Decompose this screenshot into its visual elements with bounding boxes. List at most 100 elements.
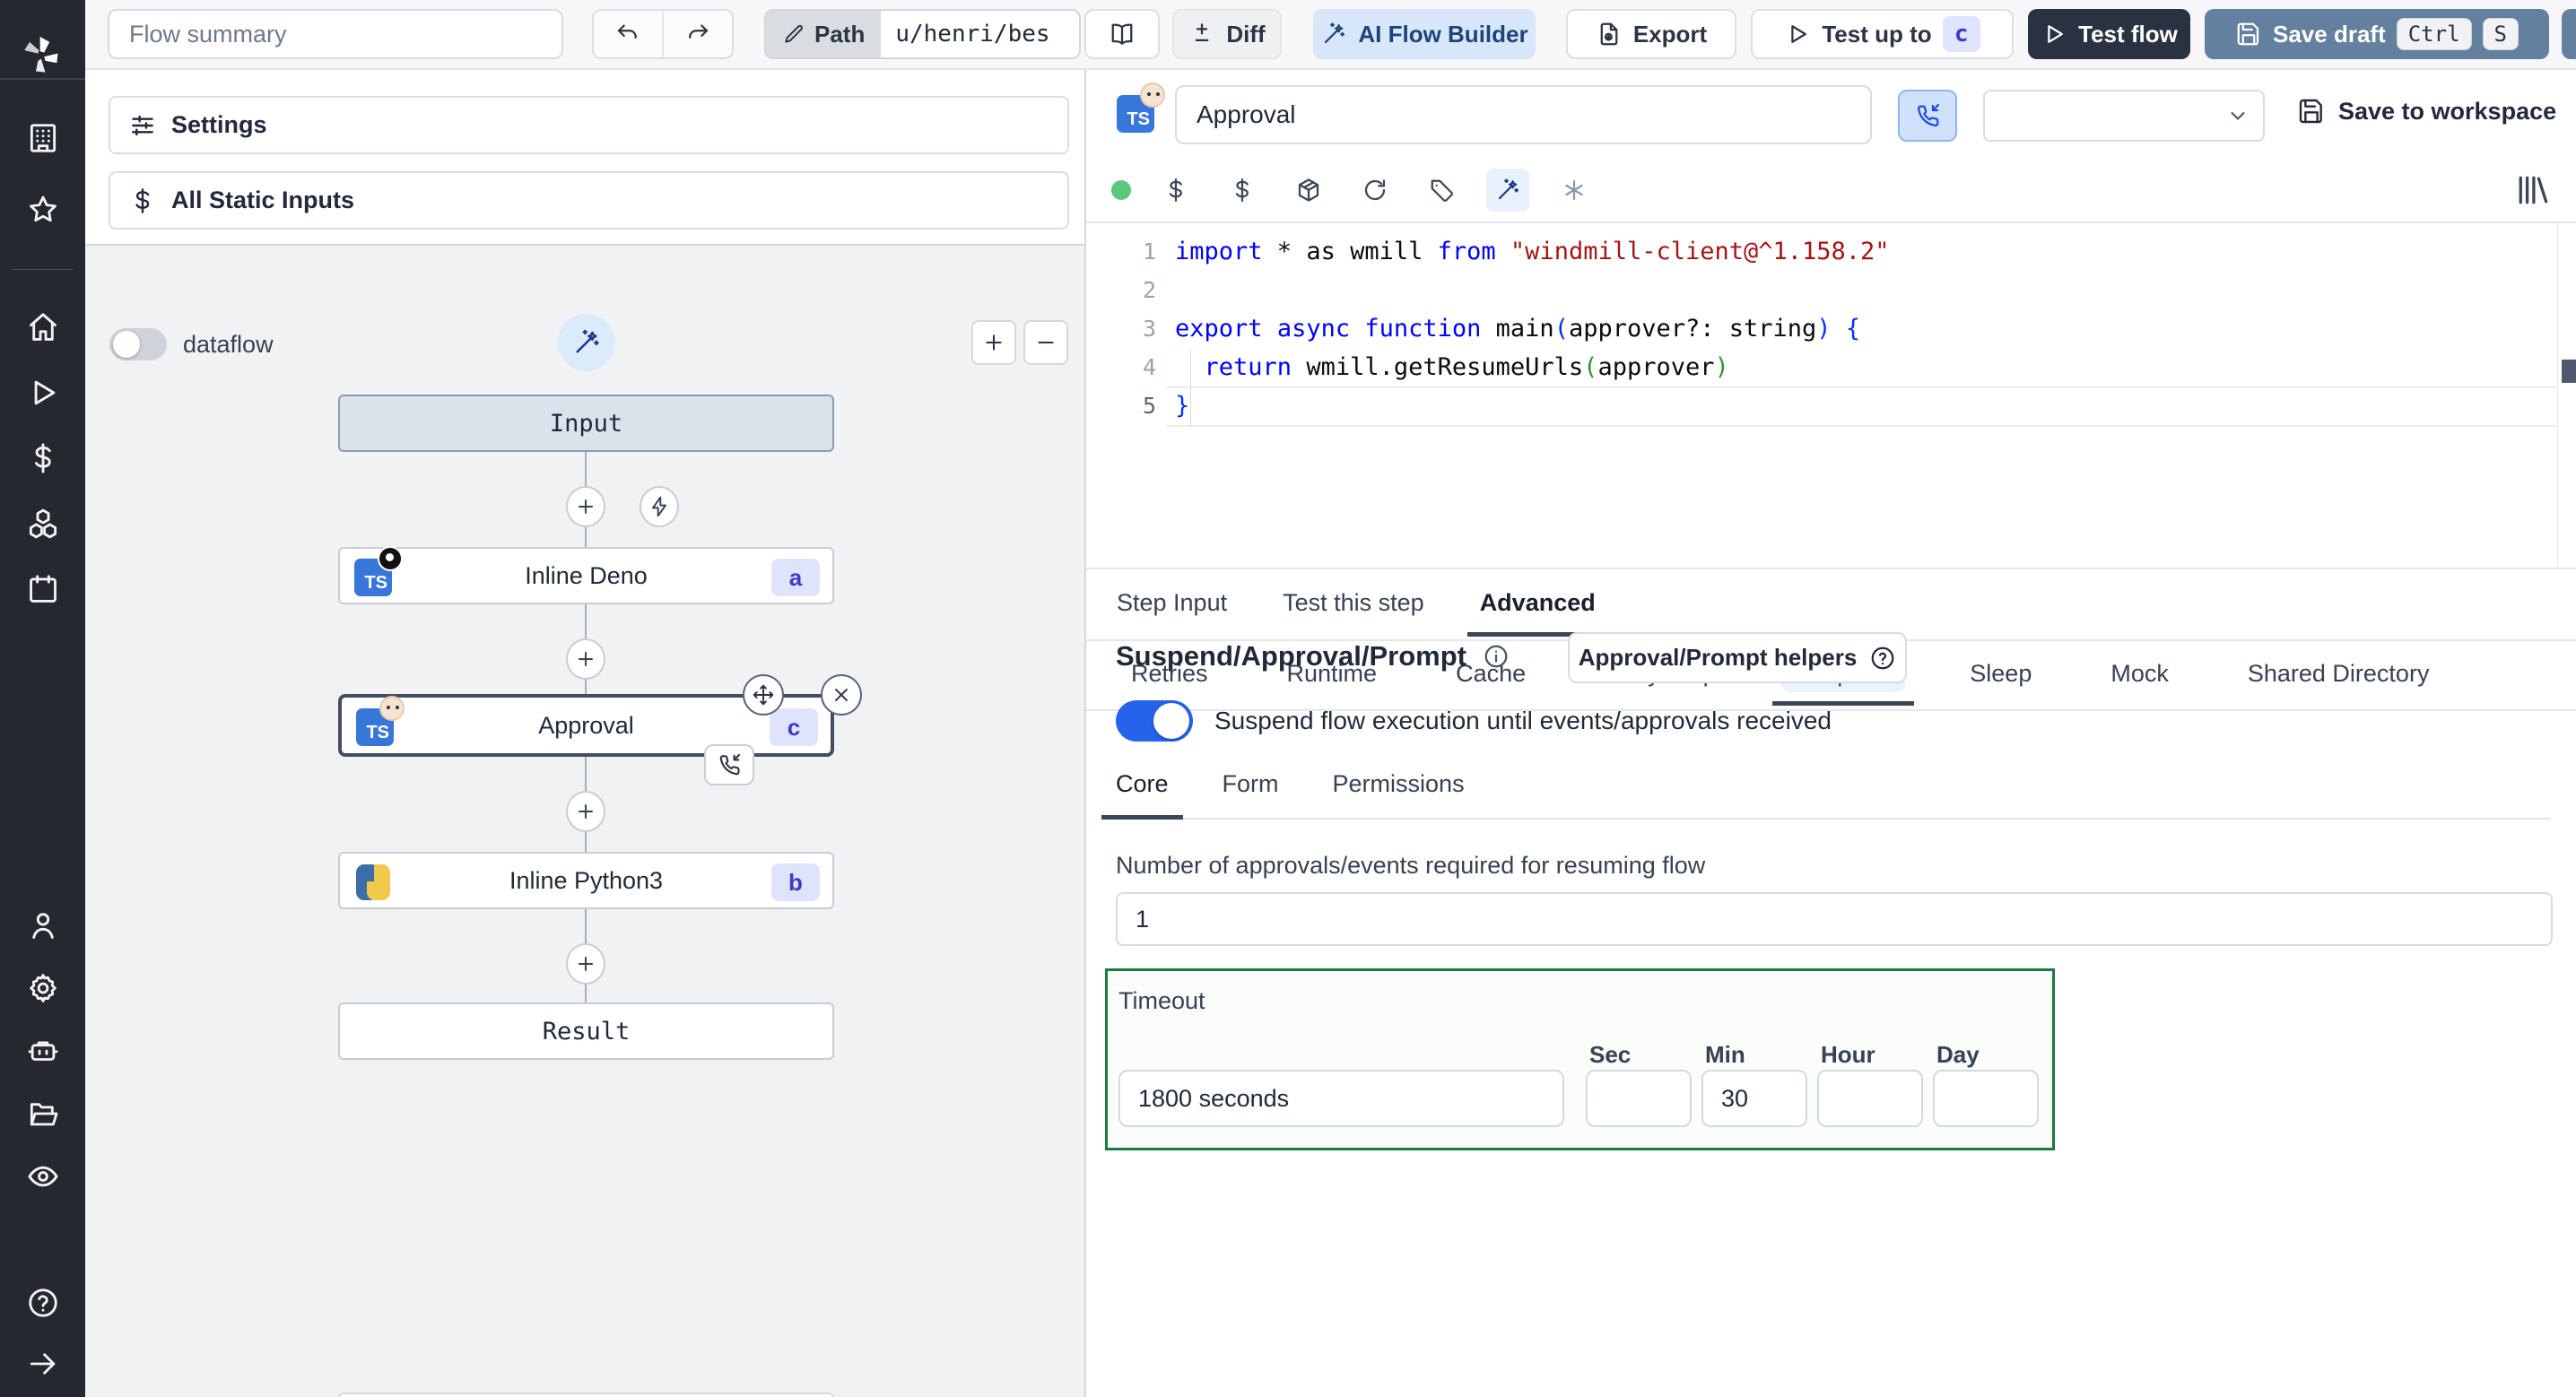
tag-select[interactable] [1983,90,2265,142]
audit-logs-icon[interactable] [0,1150,85,1203]
suspend-inner-tabs: Core Form Permissions [1101,765,2551,820]
suspend-toggle[interactable] [1116,700,1193,742]
day-input[interactable] [1933,1070,2039,1127]
undo-button[interactable] [594,11,662,57]
baby-face-icon [1140,82,1165,108]
subtab-mock[interactable]: Mock [2096,647,2183,706]
diff-button[interactable]: Diff [1172,9,1282,59]
add-step-button[interactable] [566,638,605,680]
editor-right-ruler [2557,223,2558,569]
add-step-button[interactable] [566,943,605,985]
export-icon [1600,22,1618,46]
tab-test-this-step[interactable]: Test this step [1283,573,1424,637]
test-flow-button[interactable]: Test flow [2028,9,2190,59]
sliders-icon [132,115,153,135]
favorites-icon[interactable] [0,183,85,237]
step-id-badge: a [771,559,820,596]
settings-icon[interactable] [0,961,85,1015]
expand-sidebar-icon[interactable] [0,1337,85,1391]
suspend-section-title: Suspend/Approval/Prompt [1116,640,1466,672]
tab-form[interactable]: Form [1223,765,1279,818]
windmill-logo-icon[interactable] [17,30,67,81]
min-input[interactable]: 30 [1701,1070,1807,1127]
workspace-icon[interactable] [0,111,85,165]
step-name-input[interactable]: Approval [1175,85,1872,144]
undo-redo-group [592,9,734,59]
subtab-shared-directory[interactable]: Shared Directory [2233,647,2444,706]
resources-icon[interactable] [0,497,85,551]
approval-prompt-helpers-button[interactable]: Approval/Prompt helpers [1568,632,1907,683]
code-content[interactable]: import * as wmill from "windmill-client@… [1175,232,2549,425]
input-node[interactable]: Input [338,395,834,452]
approval-phone-chip[interactable] [704,744,754,785]
typescript-icon: TS [1117,82,1165,133]
add-step-button[interactable] [566,486,605,527]
save-draft-button[interactable]: Save draft Ctrl S [2205,9,2549,59]
result-node[interactable]: Result [338,1002,834,1060]
baby-face-icon [379,696,405,721]
ai-assistant-button[interactable] [1486,169,1529,212]
reset-button[interactable] [1353,169,1397,212]
line-numbers: 12345 [1142,239,1156,419]
approvals-count-label: Number of approvals/events required for … [1116,852,1706,879]
editor-scrollbar[interactable] [2562,360,2576,383]
zoom-out-button[interactable] [1023,320,1068,365]
ai-graph-wand-button[interactable] [558,314,615,371]
ai-off-button[interactable] [1553,169,1596,212]
tab-step-input[interactable]: Step Input [1117,573,1227,637]
move-step-button[interactable] [743,674,784,716]
info-icon[interactable] [1483,643,1510,670]
users-icon[interactable] [0,898,85,952]
workers-icon[interactable] [0,1024,85,1078]
ai-flow-builder-button[interactable]: AI Flow Builder [1313,9,1536,59]
suspend-phone-button[interactable] [1898,90,1957,142]
tab-advanced[interactable]: Advanced [1466,573,1608,637]
step-node-deno[interactable]: TS Inline Deno a [338,546,834,604]
assets-button[interactable] [1154,169,1197,212]
flow-summary-input[interactable]: Flow summary [108,9,563,59]
step-tabs: Step Input Test this step Advanced [1086,569,2576,641]
code-editor[interactable]: 12345 import * as wmill from "windmill-c… [1086,221,2576,569]
zoom-in-button[interactable] [971,320,1016,365]
flow-graph: dataflow Input TS Inline Deno a TS Appro… [85,244,1084,1397]
flow-settings-card[interactable]: Settings [109,96,1069,154]
redo-button[interactable] [662,11,732,57]
add-step-button[interactable] [566,791,605,832]
docs-button[interactable] [1084,9,1160,59]
tab-permissions[interactable]: Permissions [1333,765,1465,818]
step-node-python[interactable]: Inline Python3 b [338,852,834,909]
add-trigger-button[interactable] [640,486,679,527]
editor-toolbar [1086,160,2576,221]
book-icon [1111,23,1133,45]
help-icon[interactable] [0,1276,85,1330]
dataflow-toggle[interactable] [109,328,167,360]
tab-core[interactable]: Core [1101,765,1182,820]
library-button[interactable] [1287,169,1330,212]
approvals-count-input[interactable]: 1 [1116,892,2553,946]
path-label: Path [766,11,882,57]
dataflow-label: dataflow [183,330,274,358]
home-icon[interactable] [0,300,85,354]
timeout-value-input[interactable]: 1800 seconds [1118,1070,1564,1127]
sec-input[interactable] [1586,1070,1692,1127]
deploy-button-partial[interactable] [2562,9,2576,59]
error-handler-card[interactable]: Error Handler [338,1393,834,1397]
min-label: Min [1705,1041,1745,1068]
static-inputs-card[interactable]: All Static Inputs [109,171,1069,230]
path-value[interactable]: u/henri/bes [881,11,1064,57]
runs-icon[interactable] [0,366,85,420]
library-panel-icon[interactable] [2513,170,2553,210]
format-tag-button[interactable] [1420,169,1463,212]
hour-input[interactable] [1817,1070,1923,1127]
export-button[interactable]: Export [1566,9,1736,59]
save-to-workspace-button[interactable]: Save to workspace [2297,97,2556,126]
suspend-toggle-label: Suspend flow execution until events/appr… [1214,707,1832,734]
schedules-icon[interactable] [0,562,85,616]
delete-step-button[interactable] [821,674,862,716]
folders-icon[interactable] [0,1087,85,1141]
test-up-to-button[interactable]: Test up to c [1751,9,2014,59]
path-field[interactable]: Path u/henri/bes [764,9,1081,59]
variables-button[interactable] [1221,169,1264,212]
variables-icon[interactable] [0,431,85,485]
subtab-sleep[interactable]: Sleep [1955,647,2046,706]
